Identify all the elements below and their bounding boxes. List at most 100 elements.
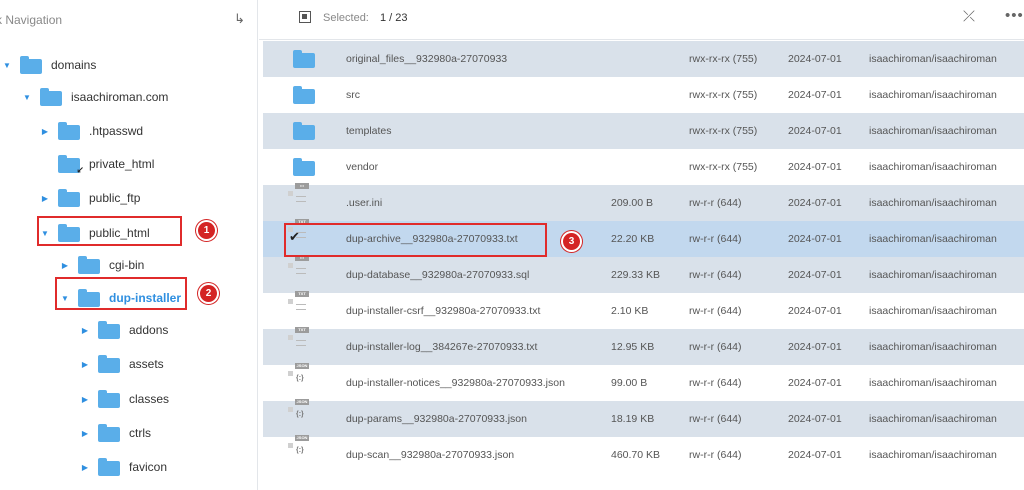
expand-arrow-icon[interactable]: ▼ [2, 61, 12, 70]
file-owner: isaachiroman/isaachiroman [869, 269, 997, 281]
expand-arrow-icon[interactable]: ▶ [80, 326, 90, 335]
file-name: dup-installer-log__384267e-27070933.txt [346, 341, 538, 353]
file-row[interactable]: src rwx-rx-rx (755) 2024-07-01 isaachiroman… [263, 77, 1024, 113]
tree-node-isaachiroman-com[interactable]: ▼ isaachiroman.com [22, 86, 168, 108]
json-glyph: {:} [296, 411, 304, 418]
file-perm: rw-r-r (644) [689, 341, 742, 353]
tree-node-label: .htpasswd [89, 124, 144, 138]
tree-node-classes[interactable]: ▶ classes [80, 388, 169, 410]
folder-shape [293, 86, 315, 104]
tree-node-assets[interactable]: ▶ assets [80, 353, 164, 375]
navigation-tree-panel: k Navigation ↳ ▼ domains ▼ isaachiroman.… [0, 0, 258, 490]
file-perm: rwx-rx-rx (755) [689, 53, 758, 65]
file-date: 2024-07-01 [788, 305, 842, 317]
file-size: 229.33 KB [611, 269, 661, 281]
expand-arrow-icon[interactable]: ▼ [22, 93, 32, 102]
selected-count: 1 / 23 [380, 12, 408, 24]
file-owner: isaachiroman/isaachiroman [869, 377, 997, 389]
file-row[interactable]: vendor rwx-rx-rx (755) 2024-07-01 isaachiro… [263, 149, 1024, 185]
folder-icon [293, 86, 315, 109]
file-size: 460.70 KB [611, 449, 661, 461]
file-row[interactable]: {:} JSON dup-params__932980a-27070933.json… [263, 399, 1024, 437]
file-row[interactable]: {:} JSON dup-scan__932980a-27070933.json 46… [263, 435, 1024, 473]
navigation-title: k Navigation [0, 13, 63, 27]
tree-node-private-html[interactable]: ↙ private_html [40, 153, 154, 175]
file-name: dup-installer-notices__932980a-27070933.… [346, 377, 565, 389]
file-list-panel: Selected: 1 / 23 ⤫ ••• original_files__9… [259, 0, 1024, 490]
tree-node-label: public_ftp [89, 191, 141, 205]
tree-node-public-ftp[interactable]: ▶ public_ftp [40, 187, 140, 209]
tree-node-domains[interactable]: ▼ domains [2, 54, 96, 76]
deselect-icon[interactable]: ⤫ [963, 8, 975, 25]
folder-shape [293, 50, 315, 68]
file-perm: rw-r-r (644) [689, 413, 742, 425]
expand-arrow-icon[interactable]: ▶ [80, 395, 90, 404]
folder-icon [78, 256, 100, 274]
file-owner: isaachiroman/isaachiroman [869, 53, 997, 65]
collapse-panel-icon[interactable]: ↳ [234, 11, 245, 27]
tree-node-label: addons [129, 323, 169, 337]
select-all-icon[interactable] [299, 11, 311, 23]
annotation-badge-3: 3 [563, 233, 580, 250]
file-lines [296, 340, 306, 346]
file-perm: rwx-rx-rx (755) [689, 125, 758, 137]
file-owner: isaachiroman/isaachiroman [869, 413, 997, 425]
expand-arrow-icon[interactable]: ▶ [80, 429, 90, 438]
tree-node-ctrls[interactable]: ▶ ctrls [80, 422, 151, 444]
file-date: 2024-07-01 [788, 269, 842, 281]
file-owner: isaachiroman/isaachiroman [869, 305, 997, 317]
file-date: 2024-07-01 [788, 89, 842, 101]
file-name: src [346, 89, 360, 101]
folder-icon [98, 390, 120, 408]
file-row[interactable]: {:} JSON dup-installer-notices__932980a-27… [263, 363, 1024, 401]
file-owner: isaachiroman/isaachiroman [869, 197, 997, 209]
folder-icon [293, 158, 315, 181]
file-row[interactable]: original_files__932980a-27070933 rwx-rx-r… [263, 41, 1024, 77]
tree-node-label: classes [129, 392, 170, 406]
file-date: 2024-07-01 [788, 53, 842, 65]
file-date: 2024-07-01 [788, 125, 842, 137]
file-row[interactable]: TXT dup-installer-csrf__932980a-27070933.… [263, 291, 1024, 329]
folder-shape [293, 122, 315, 140]
expand-arrow-icon[interactable]: ▶ [40, 127, 50, 136]
file-name: original_files__932980a-27070933 [346, 53, 508, 65]
file-name: dup-installer-csrf__932980a-27070933.txt [346, 305, 541, 317]
file-name: dup-scan__932980a-27070933.json [346, 449, 515, 461]
folder-icon [293, 122, 315, 145]
expand-arrow-icon[interactable]: ▶ [80, 463, 90, 472]
file-perm: rw-r-r (644) [689, 449, 742, 461]
tree-node-cgi-bin[interactable]: ▶ cgi-bin [60, 254, 144, 276]
more-options-icon[interactable]: ••• [1005, 7, 1024, 24]
file-perm: rwx-rx-rx (755) [689, 89, 758, 101]
file-owner: isaachiroman/isaachiroman [869, 233, 997, 245]
expand-arrow-icon[interactable]: ▶ [80, 360, 90, 369]
annotation-highlight-1 [37, 216, 182, 246]
file-row[interactable]: ••• .user.ini 209.00 B rw-r-r (644) 2024-07-… [263, 183, 1024, 221]
tree-node-htpasswd[interactable]: ▶ .htpasswd [40, 120, 143, 142]
file-row[interactable]: TXT dup-installer-log__384267e-27070933.t… [263, 327, 1024, 365]
json-glyph: {:} [296, 375, 304, 382]
file-perm: rw-r-r (644) [689, 233, 742, 245]
expand-arrow-icon[interactable]: ▶ [40, 194, 50, 203]
file-row[interactable]: templates rwx-rx-rx (755) 2024-07-01 isaach… [263, 113, 1024, 149]
folder-shape [293, 158, 315, 176]
file-perm: rw-r-r (644) [689, 377, 742, 389]
expand-arrow-icon[interactable]: ▶ [60, 261, 70, 270]
shortcut-arrow-icon: ↙ [76, 165, 84, 175]
file-lines [296, 196, 306, 202]
tree-node-favicon[interactable]: ▶ favicon [80, 456, 167, 478]
file-perm: rw-r-r (644) [689, 197, 742, 209]
file-perm: rw-r-r (644) [689, 269, 742, 281]
file-type-tag: TXT [295, 291, 309, 297]
file-row[interactable]: ••• dup-database__932980a-27070933.sql 229… [263, 255, 1024, 293]
file-name: templates [346, 125, 392, 137]
folder-icon [58, 122, 80, 140]
tree-node-label: domains [51, 58, 97, 72]
annotation-badge-1: 1 [198, 222, 215, 239]
navigation-header: k Navigation ↳ [0, 0, 257, 38]
file-date: 2024-07-01 [788, 413, 842, 425]
annotation-highlight-2 [55, 277, 187, 310]
tree-node-addons[interactable]: ▶ addons [80, 319, 168, 341]
checkmark-icon[interactable]: ✔ [289, 229, 300, 245]
tree-node-label: assets [129, 357, 164, 371]
